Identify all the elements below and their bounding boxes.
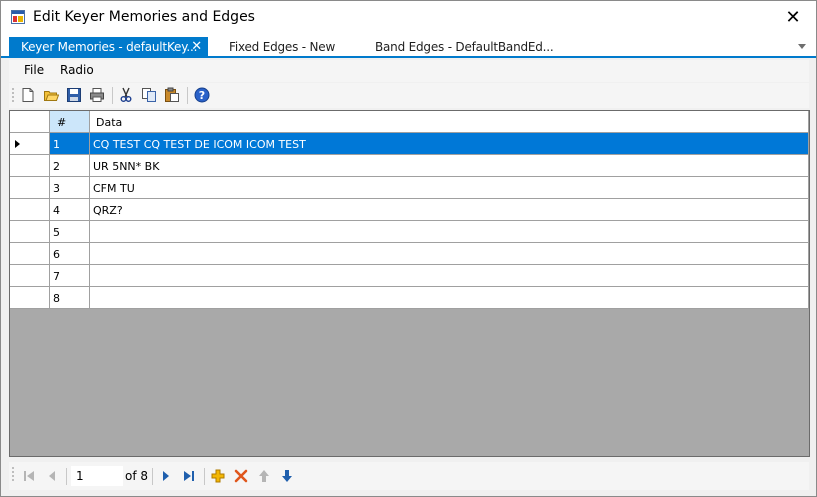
- record-count-label: of 8: [125, 469, 149, 483]
- cell-data[interactable]: QRZ?: [90, 199, 809, 221]
- cell-number[interactable]: 4: [50, 199, 90, 221]
- navigator-grip[interactable]: [12, 466, 14, 483]
- row-header[interactable]: [10, 243, 50, 265]
- tab-close-icon[interactable]: ✕: [191, 39, 202, 54]
- table-row[interactable]: 1 CQ TEST CQ TEST DE ICOM ICOM TEST: [10, 133, 809, 155]
- tab-label: Band Edges - DefaultBandEd...: [375, 40, 554, 54]
- row-header[interactable]: [10, 199, 50, 221]
- cell-number[interactable]: 6: [50, 243, 90, 265]
- cell-data[interactable]: [90, 221, 809, 243]
- window-title: Edit Keyer Memories and Edges: [33, 9, 255, 25]
- cell-number[interactable]: 2: [50, 155, 90, 177]
- move-next-icon[interactable]: [158, 468, 174, 484]
- document-tabs: Keyer Memories - defaultKey... ✕ Fixed E…: [1, 33, 816, 58]
- cell-number[interactable]: 5: [50, 221, 90, 243]
- menu-file[interactable]: File: [24, 63, 44, 77]
- table-row[interactable]: 3 CFM TU: [10, 177, 809, 199]
- cell-data[interactable]: CQ TEST CQ TEST DE ICOM ICOM TEST: [90, 133, 809, 155]
- close-icon: ✕: [785, 6, 801, 27]
- title-bar: Edit Keyer Memories and Edges ✕: [1, 1, 816, 33]
- cell-data[interactable]: [90, 243, 809, 265]
- help-icon[interactable]: ?: [194, 87, 210, 103]
- window: Edit Keyer Memories and Edges ✕ Keyer Me…: [0, 0, 817, 497]
- tab-band-edges[interactable]: Band Edges - DefaultBandEd...: [363, 37, 554, 56]
- position-input[interactable]: 1: [71, 466, 123, 486]
- cell-data[interactable]: CFM TU: [90, 177, 809, 199]
- close-button[interactable]: ✕: [770, 1, 816, 33]
- add-new-icon[interactable]: [210, 468, 226, 484]
- cell-number[interactable]: 8: [50, 287, 90, 309]
- navigator-separator: [66, 468, 67, 485]
- move-down-icon[interactable]: [279, 468, 295, 484]
- save-icon[interactable]: [66, 87, 82, 103]
- cell-data[interactable]: [90, 287, 809, 309]
- row-header[interactable]: [10, 221, 50, 243]
- svg-text:?: ?: [199, 89, 205, 102]
- row-header[interactable]: [10, 287, 50, 309]
- table-row[interactable]: 2 UR 5NN* BK: [10, 155, 809, 177]
- column-header-data[interactable]: Data: [90, 111, 809, 133]
- binding-navigator: 1 of 8: [9, 462, 809, 490]
- app-icon: [11, 10, 25, 24]
- copy-icon[interactable]: [141, 87, 157, 103]
- memories-grid[interactable]: # Data 1 CQ TEST CQ TEST DE ICOM ICOM TES…: [9, 110, 810, 457]
- grid-header: # Data: [10, 111, 809, 133]
- tab-list-dropdown-icon[interactable]: [798, 44, 806, 49]
- table-row[interactable]: 6: [10, 243, 809, 265]
- menu-radio[interactable]: Radio: [60, 63, 94, 77]
- table-row[interactable]: 4 QRZ?: [10, 199, 809, 221]
- navigator-separator: [204, 468, 205, 485]
- cut-icon[interactable]: [118, 87, 134, 103]
- open-icon[interactable]: [43, 87, 59, 103]
- toolbar-grip[interactable]: [12, 87, 14, 104]
- column-header-number[interactable]: #: [50, 111, 90, 133]
- row-header[interactable]: [10, 155, 50, 177]
- new-icon[interactable]: [20, 87, 36, 103]
- cell-number[interactable]: 3: [50, 177, 90, 199]
- move-first-icon[interactable]: [21, 468, 37, 484]
- cell-number[interactable]: 7: [50, 265, 90, 287]
- row-header[interactable]: [10, 177, 50, 199]
- tab-keyer-memories[interactable]: Keyer Memories - defaultKey... ✕: [9, 37, 208, 56]
- menu-bar: File Radio: [9, 60, 809, 82]
- current-row-pointer-icon: [15, 140, 20, 148]
- tab-label: Keyer Memories - defaultKey...: [21, 40, 198, 54]
- tab-fixed-edges[interactable]: Fixed Edges - New: [217, 37, 347, 56]
- toolbar-separator: [187, 87, 188, 104]
- navigator-separator: [152, 468, 153, 485]
- move-last-icon[interactable]: [181, 468, 197, 484]
- cell-number[interactable]: 1: [50, 133, 90, 155]
- toolbar: ?: [9, 83, 809, 108]
- cell-data[interactable]: [90, 265, 809, 287]
- toolbar-separator: [112, 87, 113, 104]
- table-row[interactable]: 7: [10, 265, 809, 287]
- print-icon[interactable]: [89, 87, 105, 103]
- delete-icon[interactable]: [233, 468, 249, 484]
- table-row[interactable]: 8: [10, 287, 809, 309]
- cell-data[interactable]: UR 5NN* BK: [90, 155, 809, 177]
- move-up-icon[interactable]: [256, 468, 272, 484]
- move-previous-icon[interactable]: [44, 468, 60, 484]
- row-header[interactable]: [10, 133, 50, 155]
- tab-label: Fixed Edges - New: [229, 40, 336, 54]
- grid-corner-header[interactable]: [10, 111, 50, 133]
- paste-icon[interactable]: [164, 87, 180, 103]
- row-header[interactable]: [10, 265, 50, 287]
- table-row[interactable]: 5: [10, 221, 809, 243]
